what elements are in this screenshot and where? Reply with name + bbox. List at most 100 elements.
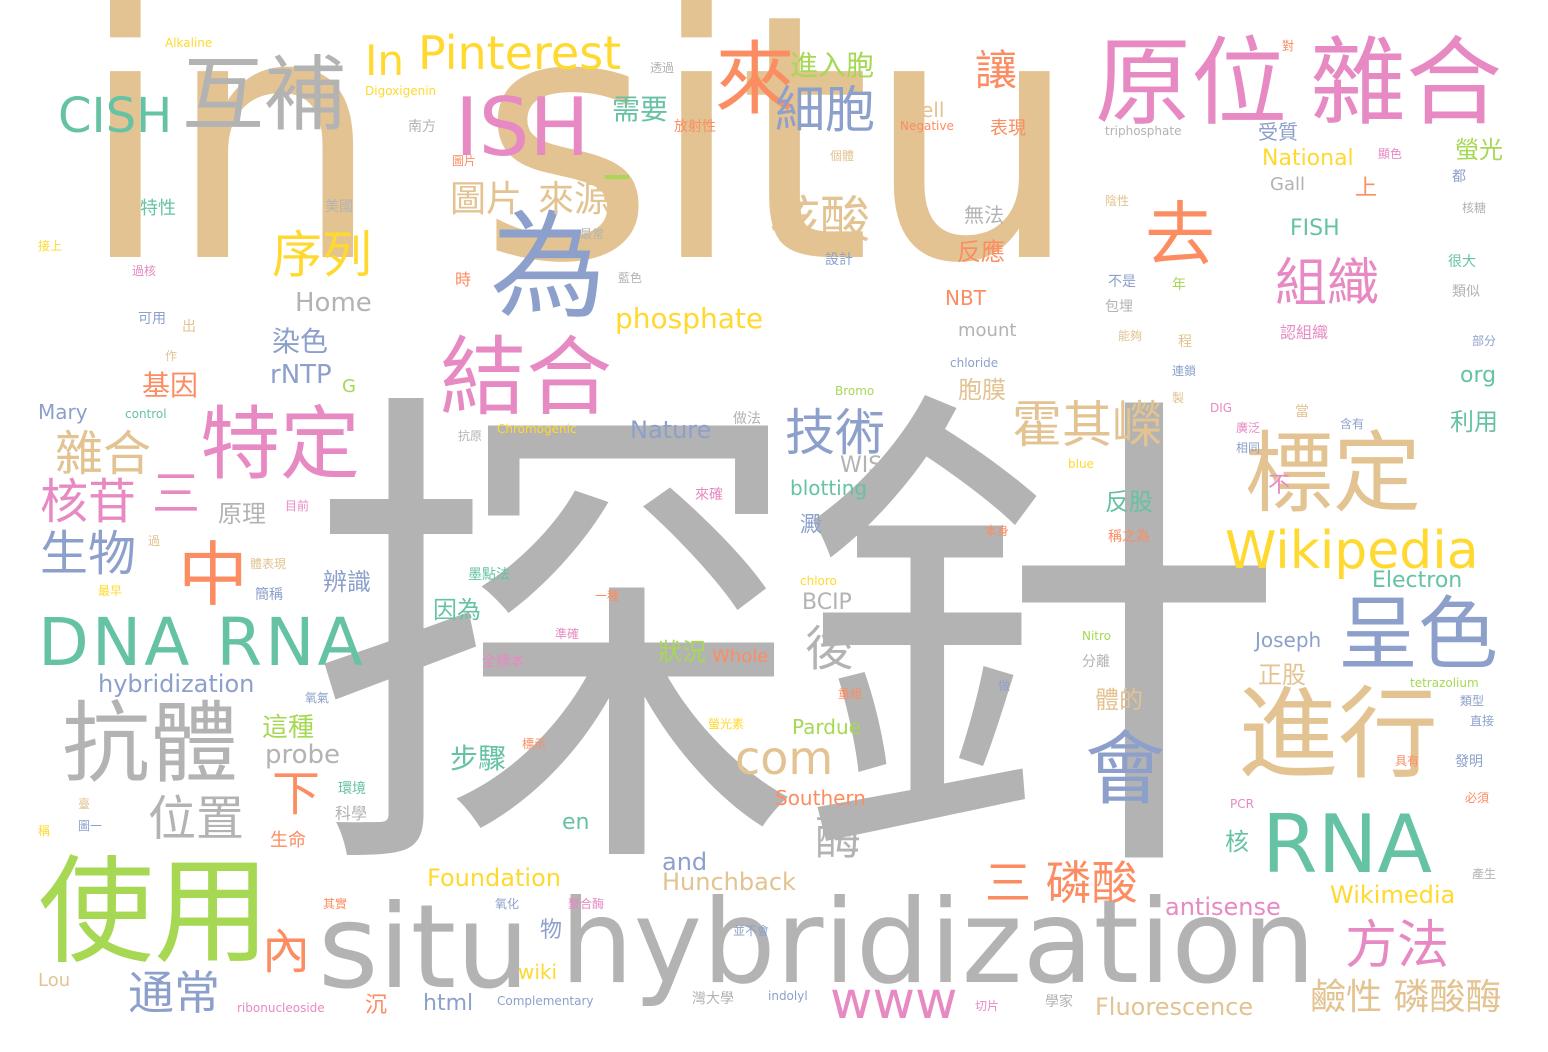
decorative-dash — [605, 175, 629, 179]
word-wish: WISH — [840, 453, 899, 478]
word-wikimedia: Wikimedia — [1330, 881, 1456, 909]
word-xibao: 細胞 — [775, 81, 875, 139]
word-mary: Mary — [38, 400, 88, 424]
word-liyong: 利用 — [1450, 408, 1498, 436]
word-nitro: Nitro — [1082, 629, 1112, 643]
word-jiehe: 結合 — [440, 328, 612, 428]
word-zuofa: 做法 — [733, 411, 761, 427]
word-faming: 發明 — [1455, 754, 1483, 770]
word-foundation: Foundation — [427, 864, 561, 892]
word-mount: mount — [958, 320, 1017, 341]
word-dian: 澱 — [800, 513, 823, 538]
word-zuzhi: 組織 — [1275, 254, 1380, 314]
word-kexue: 科學 — [335, 804, 368, 823]
word-bromo: Bromo — [835, 384, 875, 398]
word-fangfa: 方法 — [1345, 916, 1450, 976]
word-chloride: chloride — [950, 356, 999, 370]
word-laiyuan: 來源 — [538, 179, 611, 220]
word-meiguo: 美國 — [325, 199, 353, 215]
word-yinxing: 陰性 — [1105, 194, 1130, 208]
word-renzuzhi: 認組織 — [1280, 323, 1329, 342]
word-pinterest: Pinterest — [418, 26, 622, 80]
word-mei: 酶 — [815, 811, 861, 865]
word-shang: 上 — [1355, 176, 1378, 201]
word-baomai: 包埋 — [1105, 299, 1133, 315]
word-juyou: 具有 — [1395, 754, 1420, 768]
word-bingbuhui: 並不會 — [733, 924, 770, 938]
word-cell: cell — [910, 98, 945, 122]
word-chloro: chloro — [800, 574, 837, 588]
word-negative: Negative — [900, 119, 954, 133]
word-nian: 年 — [1172, 277, 1186, 293]
word-wandaxue: 灣大學 — [692, 991, 734, 1007]
word-com: com — [735, 731, 834, 785]
word-shouzhi: 受質 — [1258, 120, 1298, 144]
word-gall: Gall — [1270, 174, 1305, 195]
word-southern: Southern — [775, 786, 866, 810]
word-chongzu: 重組 — [838, 687, 863, 701]
word-org: org — [1460, 363, 1497, 388]
word-www: www — [830, 971, 958, 1031]
word-en: en — [562, 810, 590, 835]
word-kangti: 抗體 — [62, 692, 239, 795]
word-dui: 對 — [1282, 39, 1295, 53]
word-tide: 體的 — [1095, 686, 1143, 714]
word-san: 三 — [152, 466, 201, 522]
word-phosphate: phosphate — [615, 302, 764, 335]
word-xulie: 序列 — [272, 226, 372, 284]
word-zhijie: 直接 — [1470, 714, 1495, 728]
word-electron: Electron — [1372, 568, 1463, 593]
word-wiki: wiki — [518, 960, 558, 984]
word-g: G — [342, 376, 356, 397]
word-hui: 會 — [1085, 723, 1165, 816]
word-henda: 很大 — [1448, 254, 1476, 270]
word-touguo: 透過 — [650, 61, 675, 75]
word-hegan: 核苷 — [40, 474, 137, 530]
word-qiepian: 切片 — [975, 999, 1000, 1013]
word-chen: 沉 — [365, 993, 388, 1018]
word-indolyl: indolyl — [768, 989, 808, 1003]
word-triphosphate: triphosphate — [1105, 124, 1182, 138]
word-chengzhiwei: 稱之為 — [1108, 529, 1150, 545]
word-kangyuan: 抗原 — [458, 429, 483, 443]
word-blue: blue — [1068, 457, 1094, 471]
word-hetang: 核糖 — [1462, 201, 1487, 215]
word-tupian-small: 圖片 — [452, 154, 477, 168]
word-ribonucleoside: ribonucleoside — [237, 1001, 325, 1015]
word-jiyin: 基因 — [142, 369, 199, 402]
word-and: and — [662, 848, 708, 876]
word-fenli: 分離 — [1082, 654, 1110, 670]
word-bufen: 部分 — [1472, 334, 1497, 348]
word-hubu: 互補 — [182, 48, 347, 143]
word-control: control — [125, 407, 167, 421]
word-nenggou: 能夠 — [1118, 329, 1143, 343]
word-huoqirong: 霍其嶸 — [1012, 396, 1162, 454]
word-zuo: 做 — [998, 679, 1011, 693]
word-dna-rna: DNA RNA — [38, 604, 366, 681]
word-nanfang: 南方 — [408, 119, 436, 135]
word-xia: 下 — [272, 766, 321, 822]
word-xuejia: 學家 — [1045, 994, 1073, 1010]
word-dig: DIG — [1210, 401, 1233, 415]
word-ranse: 染色 — [272, 325, 329, 358]
word-biaoxian: 表現 — [990, 118, 1026, 139]
word-chu: 出 — [182, 319, 196, 335]
word-lianshuo: 連鎖 — [1172, 364, 1197, 378]
word-cloud: in situ 探針 原位 雜合 互補 ISH 為 來 結合 特定 中 DNA … — [0, 0, 1548, 1052]
word-zuizao: 最早 — [98, 584, 123, 598]
word-complementary: Complementary — [497, 994, 594, 1008]
word-tibiaoxian: 體表現 — [250, 557, 287, 571]
word-chansheng: 產生 — [1472, 867, 1497, 881]
word-qu: 去 — [1145, 194, 1215, 276]
word-fangshexing: 放射性 — [674, 119, 716, 135]
word-html: html — [423, 991, 474, 1016]
word-bcip: BCIP — [802, 590, 852, 615]
word-zuichang: 最常 — [580, 227, 605, 241]
word-zahe-small: 雜合 — [55, 426, 152, 482]
word-yangqi: 氧氣 — [305, 691, 330, 705]
word-yuanli: 原理 — [218, 500, 266, 528]
word-nature: Nature — [630, 416, 712, 444]
word-san-linsuan: 三 磷酸 — [985, 856, 1138, 910]
word-zhi: 製 — [1172, 391, 1185, 405]
word-rang: 讓 — [975, 46, 1018, 95]
